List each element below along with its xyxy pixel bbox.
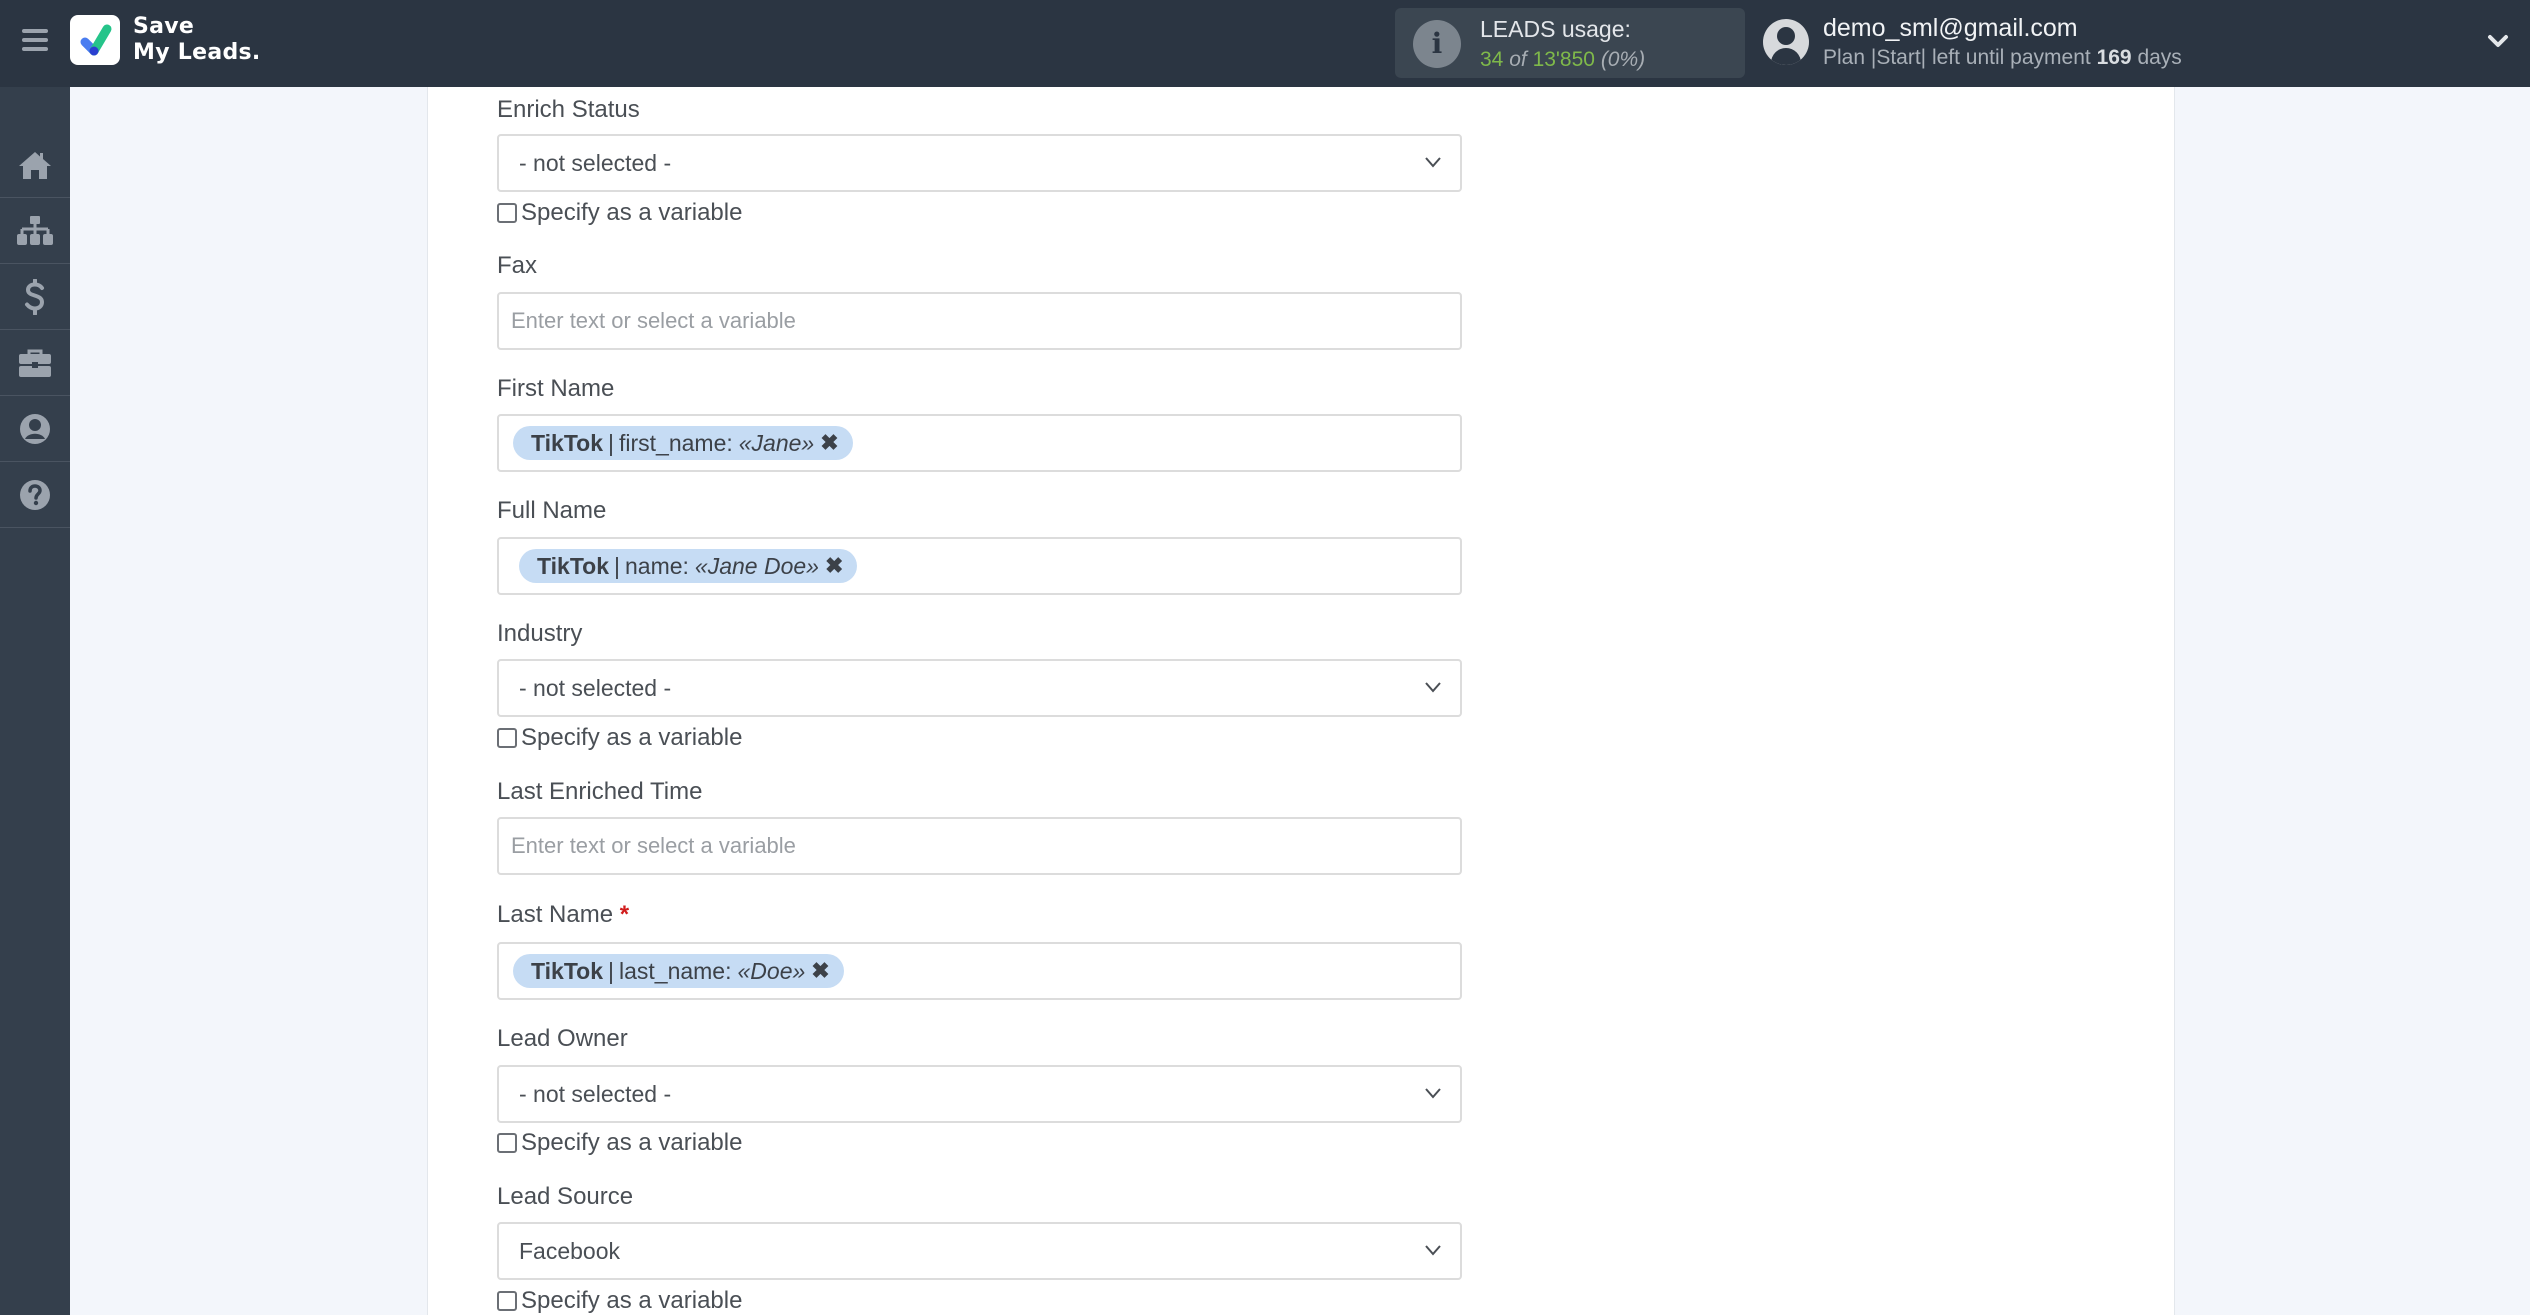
sidebar-item-account[interactable] bbox=[0, 396, 70, 462]
chip-field: last_name: bbox=[618, 957, 732, 984]
lead-owner-variable-checkbox[interactable]: Specify as a variable bbox=[497, 1129, 742, 1157]
user-email[interactable]: demo_sml@gmail.com bbox=[1823, 14, 2078, 43]
sidebar-item-billing[interactable] bbox=[0, 264, 70, 330]
checkbox[interactable] bbox=[497, 203, 517, 223]
first-name-input[interactable]: TikTok | first_name: «Jane» ✖ bbox=[497, 414, 1462, 472]
variable-chip: TikTok | name: «Jane Doe» ✖ bbox=[519, 549, 858, 583]
select-value: - not selected - bbox=[519, 1081, 672, 1107]
first-name-label: First Name bbox=[497, 375, 615, 402]
industry-variable-checkbox[interactable]: Specify as a variable bbox=[497, 724, 742, 752]
chip-value: «Doe» bbox=[737, 957, 806, 984]
required-mark: * bbox=[619, 901, 630, 928]
industry-select[interactable]: - not selected - bbox=[497, 659, 1462, 717]
logo-text[interactable]: Save My Leads. bbox=[133, 14, 261, 66]
chevron-down-icon bbox=[1425, 1088, 1441, 1099]
close-icon[interactable]: ✖ bbox=[811, 958, 829, 984]
chip-separator: | bbox=[608, 957, 614, 984]
chip-source: TikTok bbox=[537, 552, 609, 579]
briefcase-icon bbox=[19, 349, 51, 377]
close-icon[interactable]: ✖ bbox=[825, 553, 843, 579]
full-name-input[interactable]: TikTok | name: «Jane Doe» ✖ bbox=[497, 537, 1462, 595]
home-icon bbox=[19, 151, 51, 179]
chip-field: first_name: bbox=[618, 429, 733, 456]
checkbox[interactable] bbox=[497, 728, 517, 748]
lead-owner-select[interactable]: - not selected - bbox=[497, 1065, 1462, 1123]
menu-line bbox=[22, 29, 48, 33]
last-enriched-time-input[interactable]: Enter text or select a variable bbox=[497, 817, 1462, 875]
menu-line bbox=[22, 47, 48, 51]
placeholder: Enter text or select a variable bbox=[511, 833, 796, 858]
chip-source: TikTok bbox=[531, 957, 603, 984]
enrich-status-label: Enrich Status bbox=[497, 96, 640, 123]
checkbox-label: Specify as a variable bbox=[521, 1129, 743, 1156]
select-value: - not selected - bbox=[519, 675, 672, 701]
checkbox-label: Specify as a variable bbox=[521, 199, 743, 226]
last-name-input[interactable]: TikTok | last_name: «Doe» ✖ bbox=[497, 942, 1462, 1000]
logo-line-2: My Leads. bbox=[133, 40, 261, 65]
logo-icon[interactable] bbox=[70, 15, 120, 65]
chevron-down-icon bbox=[1425, 157, 1441, 168]
chip-value: «Jane Doe» bbox=[694, 552, 819, 579]
last-name-label: Last Name * bbox=[497, 901, 629, 929]
leads-usage-panel: i LEADS usage: 34 of 13'850 (0%) bbox=[1395, 8, 1745, 78]
sidebar bbox=[0, 87, 70, 1315]
usage-value: 34 of 13'850 (0%) bbox=[1480, 48, 1645, 72]
sidebar-item-home[interactable] bbox=[0, 132, 70, 198]
user-circle-icon bbox=[20, 413, 50, 444]
sidebar-item-tools[interactable] bbox=[0, 330, 70, 396]
chip-value: «Jane» bbox=[738, 429, 815, 456]
variable-chip: TikTok | last_name: «Doe» ✖ bbox=[513, 954, 844, 988]
chevron-down-icon bbox=[1425, 682, 1441, 693]
menu-toggle-button[interactable] bbox=[22, 29, 48, 51]
fax-label: Fax bbox=[497, 252, 538, 279]
fax-input[interactable]: Enter text or select a variable bbox=[497, 292, 1462, 350]
usage-title: LEADS usage: bbox=[1480, 16, 1631, 42]
menu-line bbox=[22, 38, 48, 42]
sidebar-item-help[interactable] bbox=[0, 462, 70, 528]
avatar-icon[interactable] bbox=[1763, 19, 1809, 65]
checkbox-label: Specify as a variable bbox=[521, 724, 743, 751]
plan-suffix: days bbox=[2137, 46, 2182, 69]
select-value: - not selected - bbox=[519, 150, 672, 176]
plan-info: Plan |Start| left until payment 169 days bbox=[1823, 46, 2182, 70]
checkbox-label: Specify as a variable bbox=[521, 1287, 743, 1314]
usage-of: of bbox=[1509, 48, 1527, 71]
lead-source-label: Lead Source bbox=[497, 1183, 634, 1210]
close-icon[interactable]: ✖ bbox=[820, 430, 838, 456]
help-icon bbox=[20, 479, 50, 510]
select-value: Facebook bbox=[519, 1238, 621, 1264]
chip-field: name: bbox=[624, 552, 689, 579]
checkbox[interactable] bbox=[497, 1133, 517, 1153]
usage-used: 34 bbox=[1480, 48, 1504, 71]
last-name-label-text: Last Name bbox=[497, 901, 614, 928]
lead-source-variable-checkbox[interactable]: Specify as a variable bbox=[497, 1287, 742, 1315]
usage-total: 13'850 bbox=[1532, 48, 1595, 71]
placeholder: Enter text or select a variable bbox=[511, 308, 796, 333]
chip-source: TikTok bbox=[531, 429, 603, 456]
chevron-down-icon bbox=[1425, 1245, 1441, 1256]
usage-percent: (0%) bbox=[1600, 48, 1646, 71]
variable-chip: TikTok | first_name: «Jane» ✖ bbox=[513, 426, 853, 460]
chevron-down-icon[interactable] bbox=[2485, 28, 2511, 54]
industry-label: Industry bbox=[497, 620, 583, 647]
plan-days: 169 bbox=[2096, 46, 2132, 69]
sidebar-item-connections[interactable] bbox=[0, 198, 70, 264]
chip-separator: | bbox=[614, 552, 620, 579]
logo-line-1: Save bbox=[133, 14, 195, 39]
top-header: Save My Leads. i LEADS usage: 34 of 13'8… bbox=[0, 0, 2530, 87]
chip-separator: | bbox=[608, 429, 614, 456]
checkbox[interactable] bbox=[497, 1291, 517, 1311]
lead-source-select[interactable]: Facebook bbox=[497, 1222, 1462, 1280]
sitemap-icon bbox=[17, 215, 53, 245]
dollar-icon bbox=[25, 278, 45, 315]
lead-owner-label: Lead Owner bbox=[497, 1025, 628, 1052]
last-enriched-time-label: Last Enriched Time bbox=[497, 778, 703, 805]
full-name-label: Full Name bbox=[497, 497, 607, 524]
enrich-status-variable-checkbox[interactable]: Specify as a variable bbox=[497, 199, 742, 227]
info-icon: i bbox=[1413, 20, 1461, 68]
plan-prefix: Plan |Start| left until payment bbox=[1823, 46, 2091, 69]
enrich-status-select[interactable]: - not selected - bbox=[497, 134, 1462, 192]
